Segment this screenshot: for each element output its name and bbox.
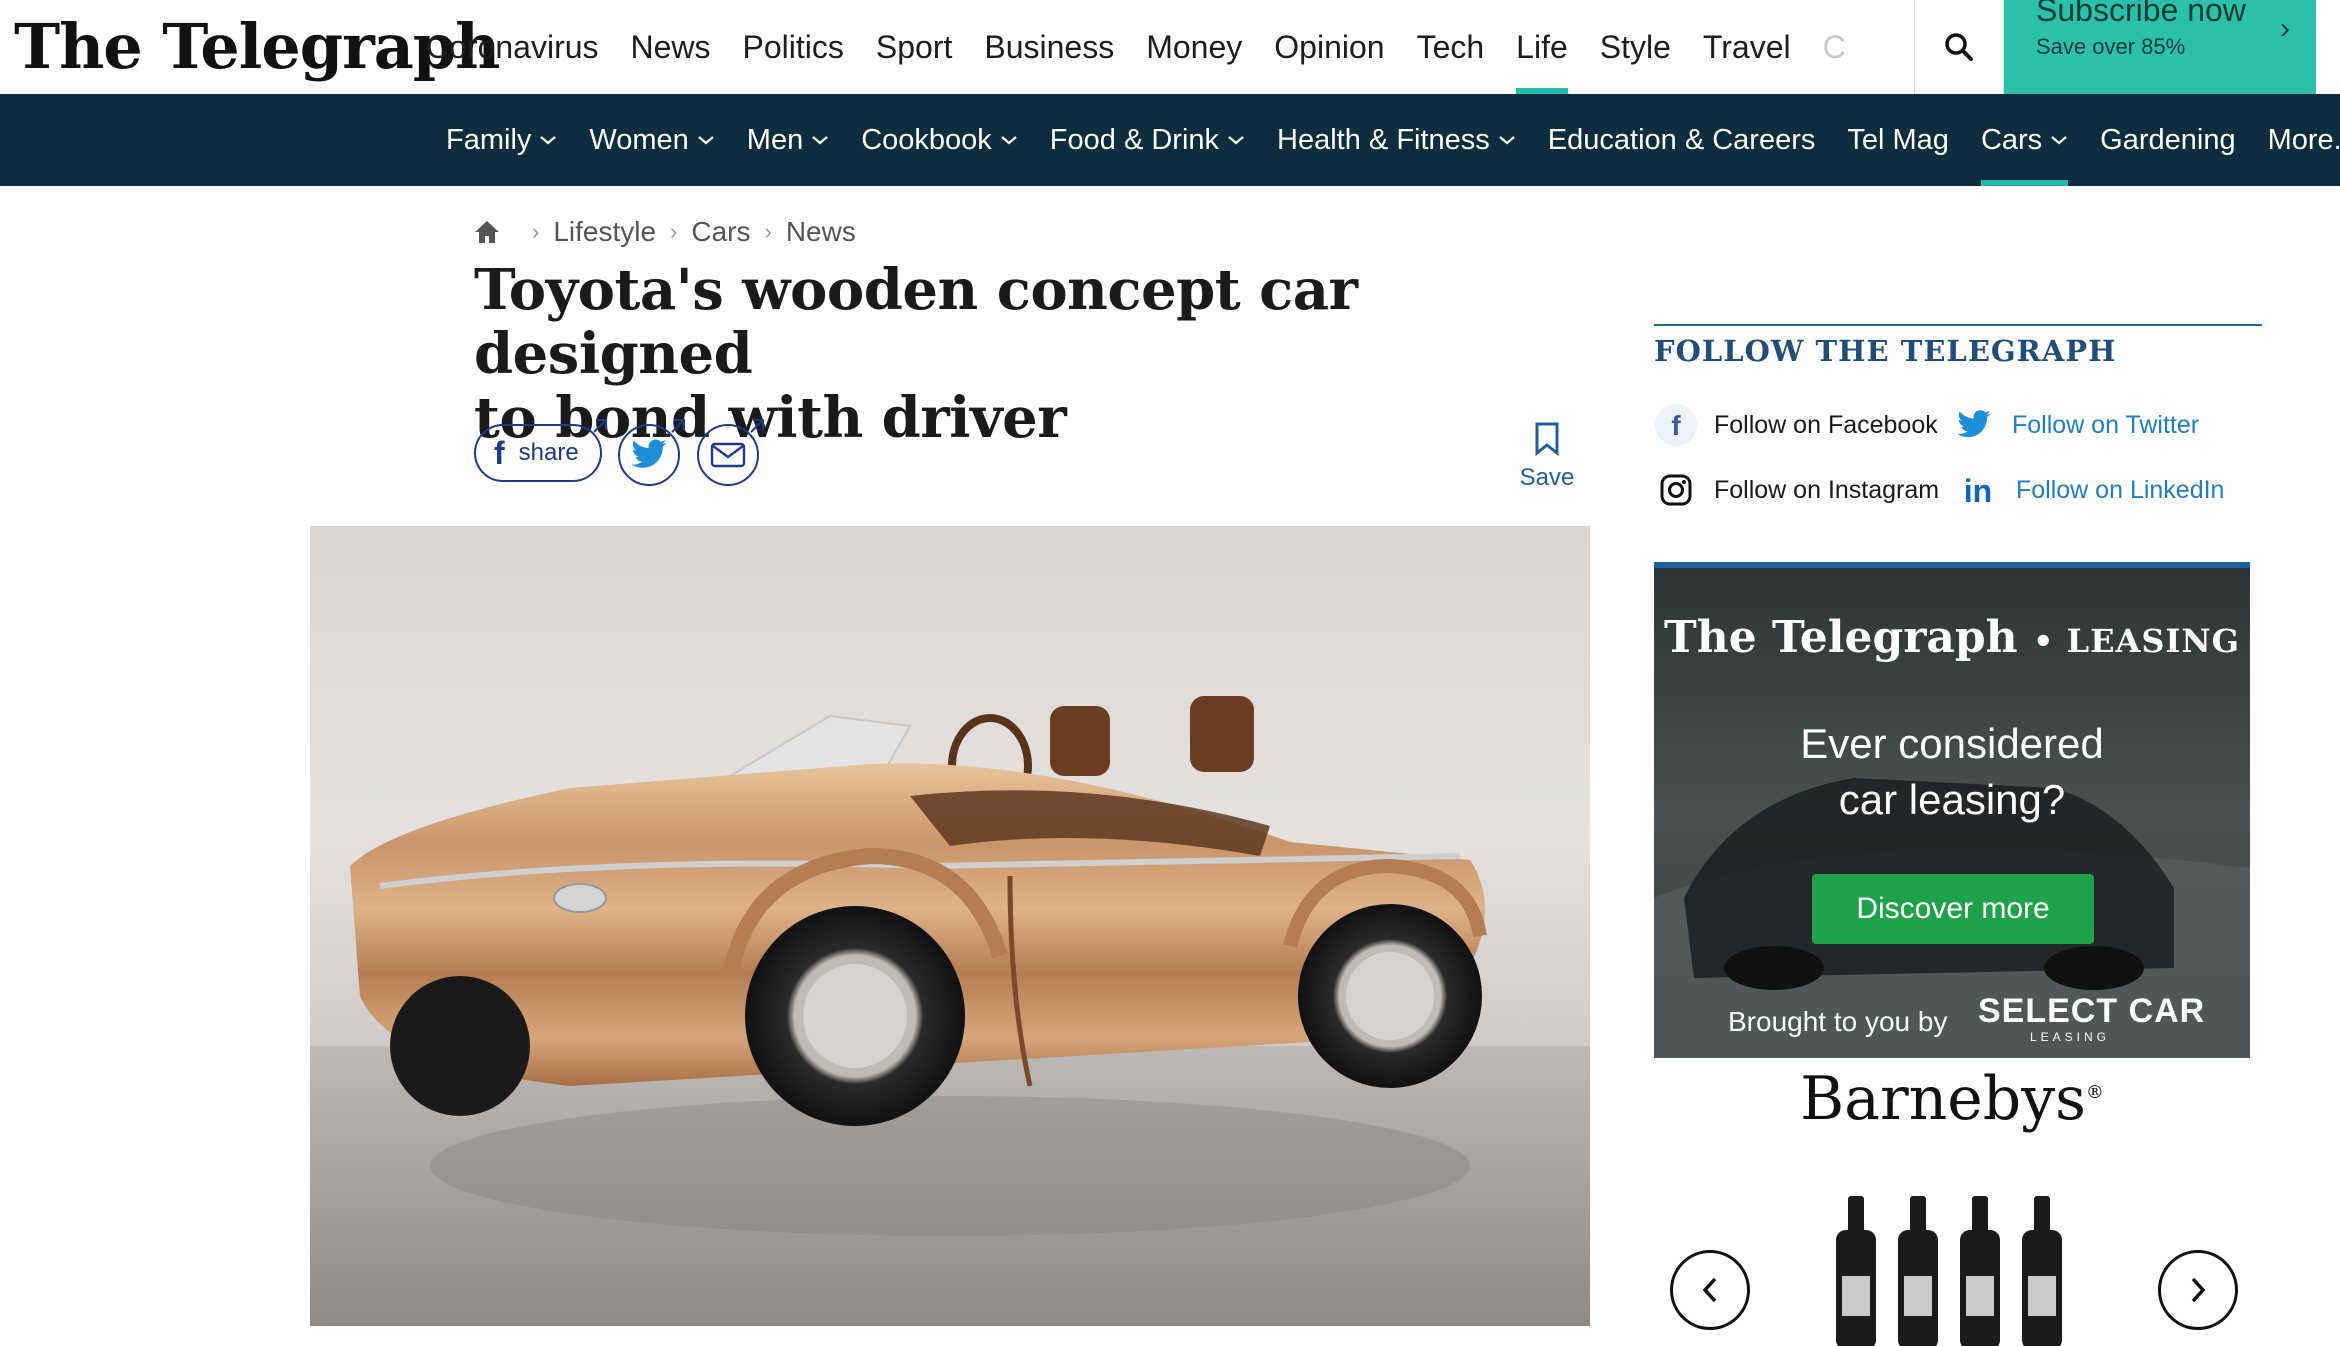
nav-item-life[interactable]: Life — [1500, 0, 1584, 94]
breadcrumb-separator: › — [764, 219, 772, 244]
nav-item-news[interactable]: News — [615, 0, 727, 94]
nav-item-business[interactable]: Business — [968, 0, 1130, 94]
share-label: share — [518, 439, 579, 466]
nav-item-style[interactable]: Style — [1584, 0, 1687, 94]
breadcrumb-cars[interactable]: Cars — [691, 216, 750, 248]
breadcrumb-news[interactable]: News — [786, 216, 856, 248]
breadcrumb-separator: › — [532, 219, 540, 244]
nav-item-tech[interactable]: Tech — [1401, 0, 1501, 94]
section-item-cookbook[interactable]: Cookbook — [845, 94, 1034, 186]
follow-title: FOLLOW THE TELEGRAPH — [1654, 334, 2117, 368]
ad-headline: Ever considered car leasing? — [1800, 720, 2104, 823]
chevron-down-icon — [1499, 136, 1515, 145]
save-label: Save — [1519, 464, 1575, 491]
follow-twitter-link[interactable]: Follow on Twitter — [1952, 403, 2199, 447]
nav-item-money[interactable]: Money — [1130, 0, 1258, 94]
section-item-tel-mag[interactable]: Tel Mag — [1831, 94, 1965, 186]
chevron-down-icon — [2051, 136, 2067, 145]
chevron-down-icon — [1001, 136, 1017, 145]
nav-item-opinion[interactable]: Opinion — [1258, 0, 1400, 94]
external-arrow-icon — [671, 419, 685, 433]
chevron-down-icon — [1228, 136, 1244, 145]
ad-brought-by: Brought to you by — [1728, 1006, 1948, 1037]
section-item-men[interactable]: Men — [731, 94, 845, 186]
follow-facebook-link[interactable]: f Follow on Facebook — [1654, 403, 1938, 447]
nav-item-coronavirus[interactable]: Coronavirus — [410, 0, 615, 94]
carousel-next-button[interactable] — [2158, 1250, 2238, 1330]
leasing-advertisement[interactable]: The Telegraph • LEASING Ever considered … — [1654, 562, 2250, 1058]
external-arrow-icon — [593, 419, 607, 433]
article-headline: Toyota's wooden concept car designed to … — [474, 257, 1358, 451]
twitter-icon — [631, 439, 667, 468]
chevron-down-icon — [812, 136, 828, 145]
twitter-icon — [1952, 403, 1996, 447]
svg-text:f: f — [1671, 410, 1681, 441]
primary-nav: Coronavirus News Politics Sport Business… — [410, 0, 1906, 94]
facebook-icon: f — [494, 434, 505, 471]
linkedin-icon: in — [1956, 468, 2000, 512]
carousel-prev-button[interactable] — [1670, 1250, 1750, 1330]
section-item-family[interactable]: Family — [430, 94, 573, 186]
breadcrumb-lifestyle[interactable]: Lifestyle — [553, 216, 656, 248]
nav-item-truncated[interactable]: C — [1807, 0, 1862, 94]
car-photo — [310, 526, 1590, 1326]
section-item-education-careers[interactable]: Education & Careers — [1532, 94, 1832, 186]
subscribe-subtitle: Save over 85% — [2036, 34, 2186, 59]
facebook-icon: f — [1654, 403, 1698, 447]
home-icon[interactable] — [474, 219, 500, 245]
article-hero-image — [310, 526, 1590, 1326]
instagram-icon — [1654, 468, 1698, 512]
subscribe-button[interactable]: Subscribe now Save over 85% › — [2004, 0, 2316, 94]
discover-more-button[interactable]: Discover more — [1812, 874, 2094, 944]
subscribe-title: Subscribe now — [2036, 0, 2246, 28]
svg-text:in: in — [1964, 473, 1992, 508]
chevron-down-icon — [698, 136, 714, 145]
section-nav: Family Women Men Cookbook Food & Drink H… — [0, 94, 2340, 186]
chevron-left-icon — [1702, 1277, 1717, 1303]
section-item-women[interactable]: Women — [573, 94, 730, 186]
section-item-more[interactable]: More... — [2252, 94, 2340, 186]
top-bar: The Telegraph Coronavirus News Politics … — [0, 0, 2340, 94]
nav-item-sport[interactable]: Sport — [860, 0, 968, 94]
search-icon — [1945, 33, 1973, 61]
section-item-cars[interactable]: Cars — [1965, 94, 2084, 186]
select-car-logo: SELECT CAR — [1978, 992, 2206, 1030]
ad-brand: The Telegraph • LEASING — [1664, 612, 2240, 663]
chevron-right-icon — [2191, 1277, 2206, 1303]
bookmark-icon — [1535, 422, 1559, 456]
email-icon — [710, 442, 746, 468]
follow-instagram-link[interactable]: Follow on Instagram — [1654, 468, 1939, 512]
wine-bottles-image — [1836, 1196, 2062, 1346]
search-button[interactable] — [1914, 0, 2004, 94]
section-item-health-fitness[interactable]: Health & Fitness — [1261, 94, 1532, 186]
chevron-right-icon: › — [2280, 12, 2290, 45]
section-item-gardening[interactable]: Gardening — [2084, 94, 2251, 186]
barnebys-logo[interactable]: Barnebys® — [1654, 1064, 2250, 1134]
follow-divider — [1654, 324, 2262, 326]
facebook-share-button[interactable]: f share — [474, 419, 607, 482]
nav-item-travel[interactable]: Travel — [1687, 0, 1807, 94]
follow-linkedin-link[interactable]: in Follow on LinkedIn — [1956, 468, 2225, 512]
email-share-button[interactable] — [697, 419, 764, 486]
nav-item-politics[interactable]: Politics — [727, 0, 860, 94]
save-article-button[interactable]: Save — [1512, 418, 1582, 498]
select-car-sub: LEASING — [2030, 1030, 2111, 1044]
twitter-share-button[interactable] — [618, 419, 685, 486]
breadcrumb: › Lifestyle › Cars › News — [474, 212, 856, 252]
external-arrow-icon — [750, 419, 764, 433]
chevron-down-icon — [540, 136, 557, 145]
section-item-food-drink[interactable]: Food & Drink — [1034, 94, 1261, 186]
breadcrumb-separator: › — [670, 219, 678, 244]
